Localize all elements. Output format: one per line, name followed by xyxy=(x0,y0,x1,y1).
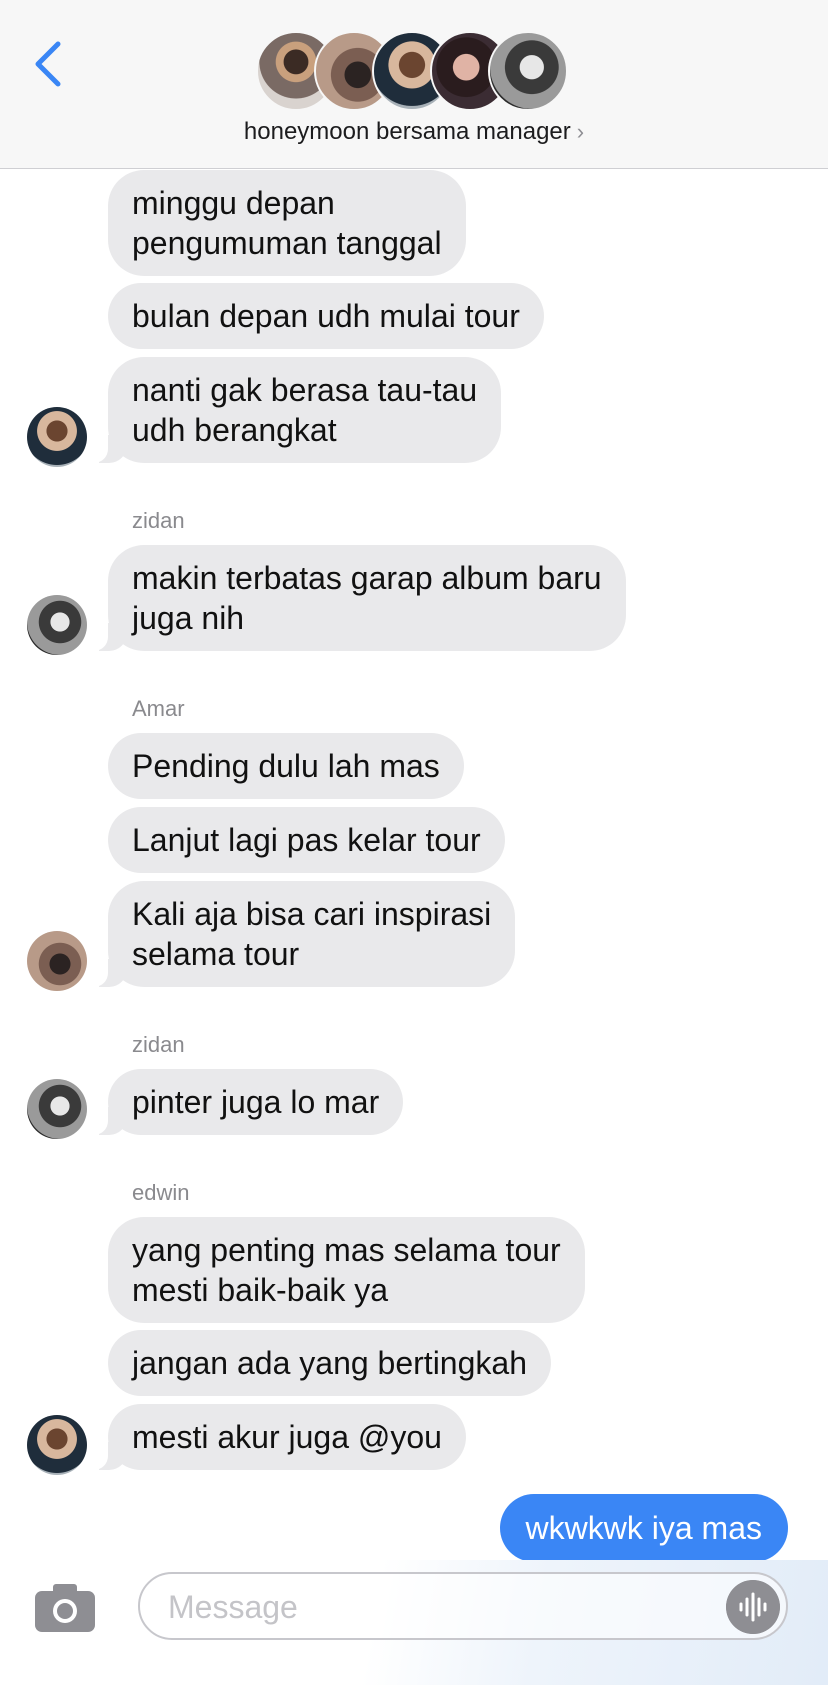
chat-title-text: honeymoon bersama manager xyxy=(243,118,571,145)
message-text: makin terbatas garap album baru juga nih xyxy=(132,560,602,636)
message-bubble[interactable]: jangan ada yang bertingkah xyxy=(108,1330,551,1396)
outgoing-message-bubble[interactable]: wkwkwk iya mas xyxy=(499,1494,788,1562)
avatar[interactable] xyxy=(27,931,87,991)
composer-bar: Message xyxy=(0,1560,828,1685)
message-bubble[interactable]: mesti akur juga @you xyxy=(86,1404,466,1470)
message-text: minggu depan pengumuman tanggal xyxy=(132,185,442,261)
message-placeholder: Message xyxy=(168,1589,298,1625)
chevron-right-icon: › xyxy=(576,119,585,144)
message-text: Kali aja bisa cari inspirasi selama tour xyxy=(132,896,492,972)
message-text: Lanjut lagi pas kelar tour xyxy=(132,822,481,858)
message-text: Pending dulu lah mas xyxy=(132,748,440,784)
waveform-icon[interactable] xyxy=(726,1580,780,1634)
avatar[interactable] xyxy=(27,407,87,467)
chat-header: honeymoon bersama manager › xyxy=(0,0,828,169)
camera-icon[interactable] xyxy=(33,1582,97,1634)
message-text: bulan depan udh mulai tour xyxy=(132,298,520,334)
chat-title[interactable]: honeymoon bersama manager › xyxy=(0,118,828,146)
message-text: yang penting mas selama tour mesti baik-b… xyxy=(132,1232,561,1308)
message-text: pinter juga lo mar xyxy=(132,1084,380,1120)
message-text: jangan ada yang bertingkah xyxy=(132,1345,527,1381)
sender-name: zidan xyxy=(132,1032,185,1057)
message-bubble[interactable]: makin terbatas garap album baru juga nih xyxy=(86,545,626,651)
message-bubble[interactable]: nanti gak berasa tau-tau udh berangkat xyxy=(85,357,502,463)
message-input[interactable]: Message xyxy=(138,1572,788,1640)
message-bubble[interactable]: minggu depan pengumuman tanggal xyxy=(108,170,466,276)
group-avatars[interactable] xyxy=(256,31,576,111)
avatar[interactable] xyxy=(27,1079,87,1139)
chevron-left-icon[interactable] xyxy=(30,38,70,90)
avatar[interactable] xyxy=(27,595,87,655)
sender-name: zidan xyxy=(132,508,185,533)
message-bubble[interactable]: yang penting mas selama tour mesti baik-b… xyxy=(108,1217,585,1323)
sender-name: edwin xyxy=(132,1180,190,1205)
message-text: mesti akur juga @you xyxy=(132,1419,442,1455)
message-bubble[interactable]: pinter juga lo mar xyxy=(85,1069,404,1135)
message-bubble[interactable]: Kali aja bisa cari inspirasi selama tour xyxy=(85,881,516,987)
sender-name: Amar xyxy=(132,696,185,721)
avatar xyxy=(488,31,568,111)
message-bubble[interactable]: Pending dulu lah mas xyxy=(108,733,464,799)
message-text: wkwkwk iya mas xyxy=(525,1510,762,1546)
message-bubble[interactable]: bulan depan udh mulai tour xyxy=(108,283,544,349)
message-bubble[interactable]: Lanjut lagi pas kelar tour xyxy=(108,807,505,873)
avatar[interactable] xyxy=(27,1415,87,1475)
message-text: nanti gak berasa tau-tau udh berangkat xyxy=(132,372,478,448)
